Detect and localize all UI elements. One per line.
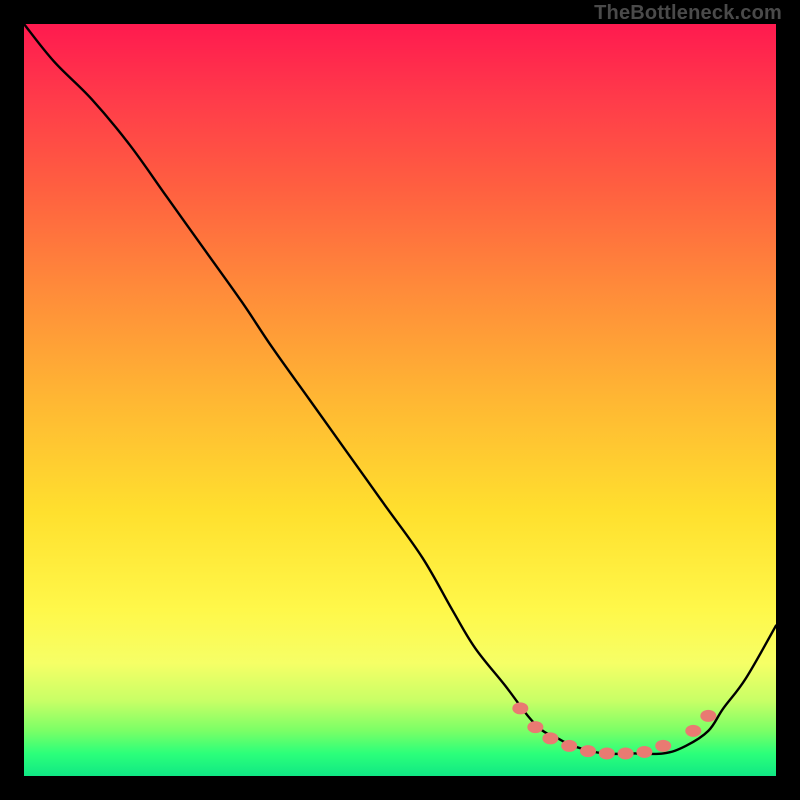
- plot-area: [24, 24, 776, 776]
- highlight-dot: [685, 725, 701, 737]
- chart-frame: TheBottleneck.com: [0, 0, 800, 800]
- highlight-dot: [542, 732, 558, 744]
- watermark-text: TheBottleneck.com: [594, 2, 782, 25]
- highlight-dot: [580, 745, 596, 757]
- highlight-dot: [700, 710, 716, 722]
- bottleneck-curve: [24, 24, 776, 754]
- highlight-dot: [618, 747, 634, 759]
- highlight-dot: [655, 740, 671, 752]
- highlight-dot: [599, 747, 615, 759]
- curve-overlay: [24, 24, 776, 776]
- highlight-dot: [527, 721, 543, 733]
- highlight-dot: [636, 746, 652, 758]
- highlight-dot: [512, 702, 528, 714]
- highlight-dot: [561, 740, 577, 752]
